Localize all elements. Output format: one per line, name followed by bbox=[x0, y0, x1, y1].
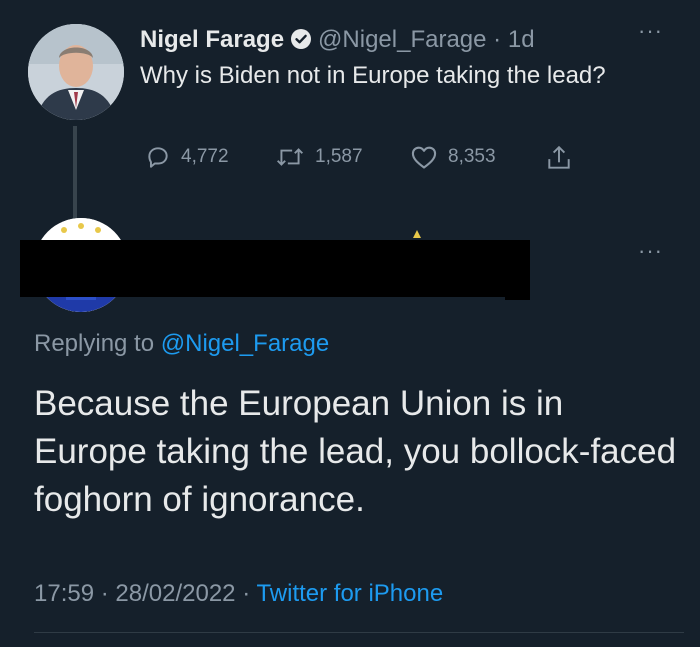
share-icon bbox=[548, 145, 570, 169]
thread-connector-line bbox=[73, 126, 77, 224]
reply-more-options-icon[interactable]: ··· bbox=[638, 238, 663, 264]
reply-time[interactable]: 17:59 bbox=[34, 580, 94, 607]
reply-button[interactable]: 4,772 bbox=[145, 144, 229, 170]
retweet-button[interactable]: 1,587 bbox=[275, 144, 363, 170]
share-button[interactable] bbox=[546, 144, 582, 172]
replying-prefix: Replying to bbox=[34, 330, 155, 357]
tweet-timestamp[interactable]: 1d bbox=[508, 26, 535, 53]
redaction-box-edge bbox=[505, 270, 530, 300]
replying-to-handle[interactable]: @Nigel_Farage bbox=[161, 330, 329, 357]
like-button[interactable]: 8,353 bbox=[410, 144, 496, 170]
header-separator: · bbox=[493, 26, 502, 53]
tweet-text: Why is Biden not in Europe taking the le… bbox=[140, 62, 606, 89]
like-count: 8,353 bbox=[448, 146, 496, 167]
author-handle[interactable]: @Nigel_Farage bbox=[318, 26, 486, 53]
redaction-box bbox=[20, 240, 530, 297]
tweet-header: Nigel Farage @Nigel_Farage · 1d bbox=[140, 26, 535, 57]
reply-date[interactable]: 28/02/2022 bbox=[115, 580, 235, 607]
source-client-link[interactable]: Twitter for iPhone bbox=[256, 580, 443, 607]
author-name[interactable]: Nigel Farage bbox=[140, 26, 284, 53]
author-avatar[interactable] bbox=[28, 24, 124, 120]
more-options-icon[interactable]: ··· bbox=[638, 18, 663, 44]
replying-to-line: Replying to @Nigel_Farage bbox=[34, 330, 329, 358]
divider bbox=[34, 632, 684, 633]
reply-icon bbox=[148, 147, 168, 168]
reply-metadata: 17:59 · 28/02/2022 · Twitter for iPhone bbox=[34, 580, 443, 608]
reply-count: 4,772 bbox=[181, 146, 229, 167]
avatar-photo bbox=[28, 24, 124, 120]
reply-text: Because the European Union is in Europe … bbox=[34, 384, 677, 519]
meta-separator: · bbox=[242, 580, 251, 607]
meta-separator: · bbox=[100, 580, 109, 607]
retweet-icon bbox=[276, 148, 304, 166]
retweet-count: 1,587 bbox=[315, 146, 363, 167]
like-icon bbox=[411, 146, 437, 169]
verified-badge-icon bbox=[290, 28, 312, 57]
